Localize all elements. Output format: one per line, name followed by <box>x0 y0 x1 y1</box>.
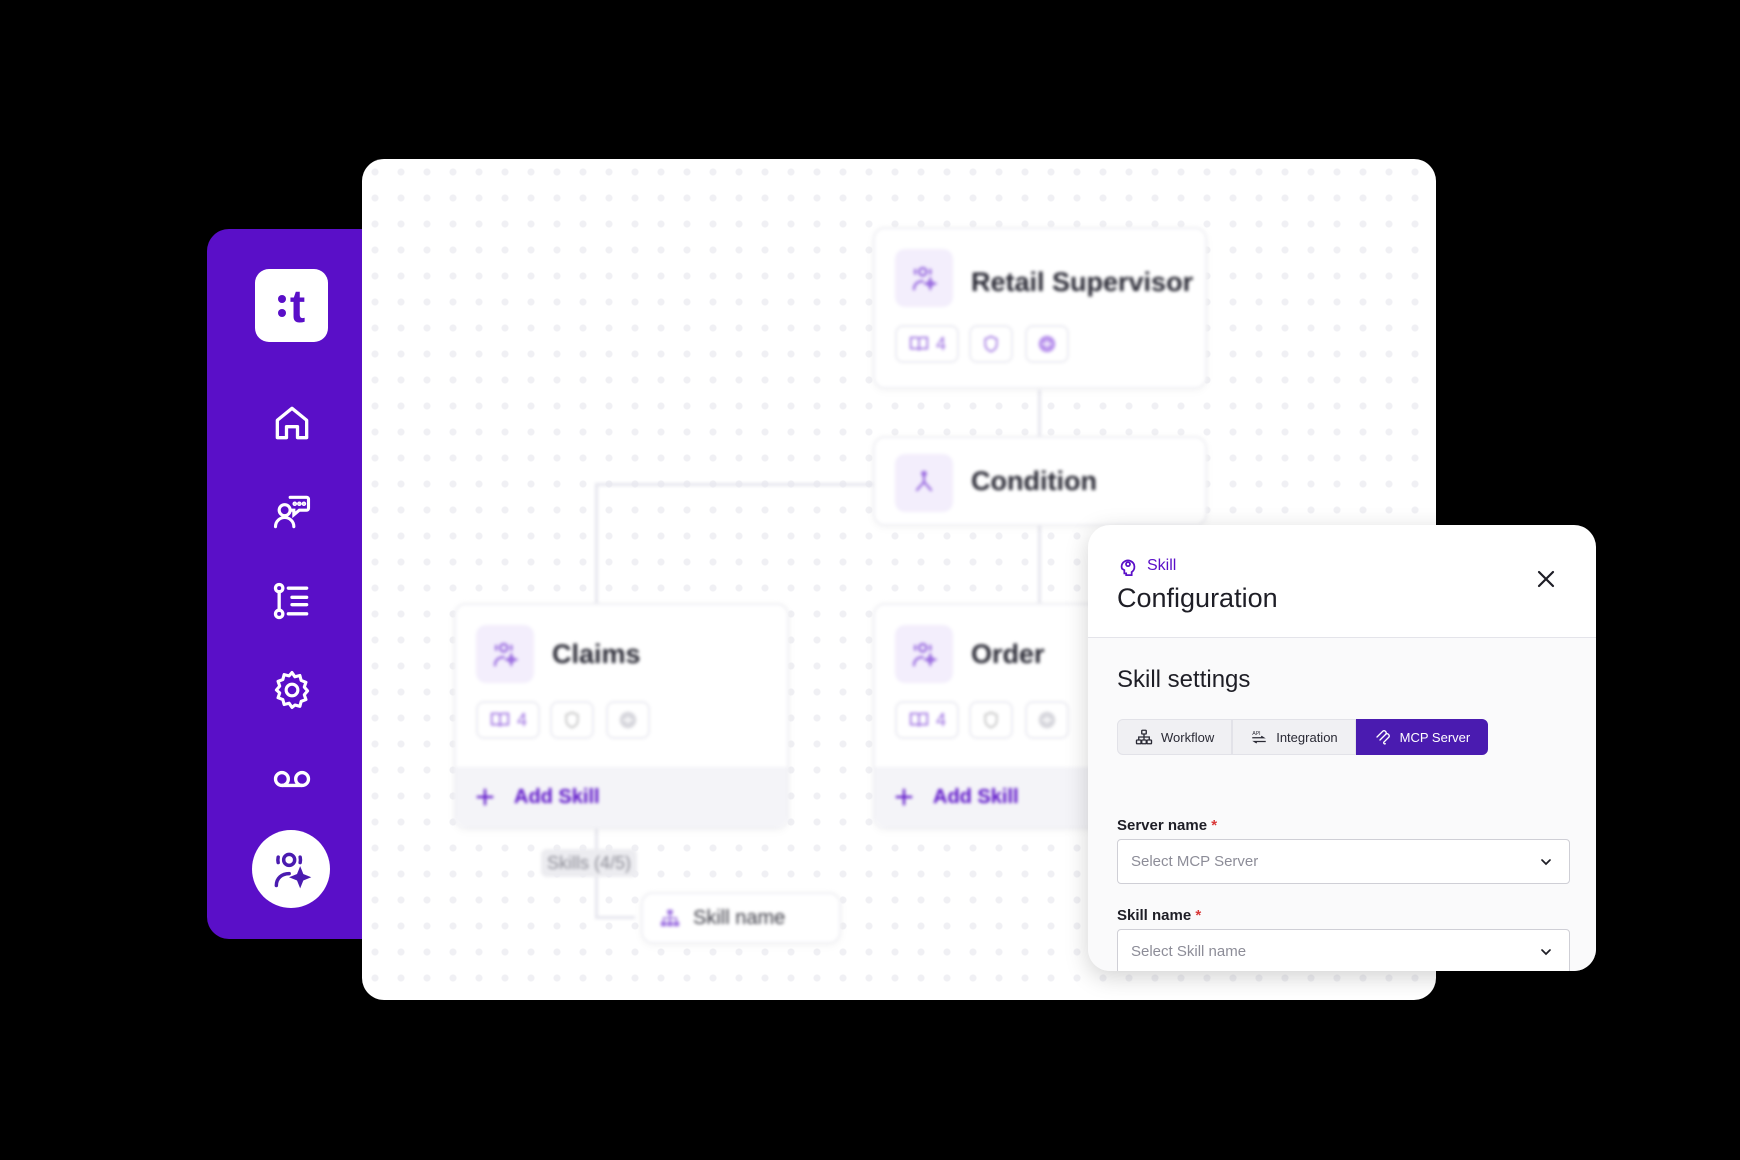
add-skill-label: Add Skill <box>933 785 1019 808</box>
nav-list[interactable] <box>268 577 316 625</box>
knowledge-count: 4 <box>516 709 527 730</box>
panel-eyebrow-label: Skill <box>1147 557 1177 574</box>
workflow-icon <box>660 909 680 927</box>
skill-configuration-panel: Skill Configuration Skill settings Workf… <box>1088 525 1596 971</box>
api-icon <box>619 711 637 729</box>
guardrail-chip[interactable] <box>550 701 594 739</box>
chevron-down-icon <box>1541 859 1551 866</box>
node-title: Condition <box>971 466 1097 496</box>
knowledge-count: 4 <box>935 709 946 730</box>
tab-label: MCP Server <box>1399 729 1471 745</box>
skill-icon <box>1120 559 1136 577</box>
api-chip[interactable] <box>1025 325 1069 363</box>
app-logo[interactable]: t <box>255 269 328 342</box>
server-name-label: Server name * <box>1117 817 1217 834</box>
server-name-select[interactable]: Select MCP Server <box>1117 839 1570 884</box>
shield-icon <box>565 711 579 729</box>
book-icon <box>490 712 510 727</box>
node-icon-box <box>895 249 953 307</box>
nav-agent-builder[interactable] <box>252 830 330 908</box>
mcp-icon <box>1375 730 1390 745</box>
nav-agents[interactable] <box>268 488 316 536</box>
panel-header: Skill Configuration <box>1088 525 1596 638</box>
connector <box>1038 390 1041 438</box>
guardrail-chip[interactable] <box>969 325 1013 363</box>
tab-workflow[interactable]: Workflow <box>1117 719 1233 755</box>
api-icon: API <box>1252 731 1266 744</box>
agent-chat-icon <box>273 495 311 529</box>
nav-home[interactable] <box>268 399 316 447</box>
gear-icon <box>274 671 310 709</box>
tab-integration[interactable]: API Integration <box>1232 719 1356 755</box>
skill-item[interactable]: Skill name <box>641 892 841 944</box>
knowledge-count: 4 <box>935 333 946 354</box>
skill-name-placeholder: Select Skill name <box>1131 943 1247 960</box>
guardrail-chip[interactable] <box>969 701 1013 739</box>
home-icon <box>275 406 309 440</box>
api-chip[interactable] <box>1025 701 1069 739</box>
skills-count-badge: Skills (4/5) <box>541 849 638 877</box>
api-icon <box>1038 335 1056 353</box>
shield-icon <box>984 335 998 353</box>
nav-voicemail[interactable] <box>268 755 316 803</box>
ordered-list-icon <box>273 582 309 620</box>
server-name-label-text: Server name <box>1117 817 1208 834</box>
skill-type-tabs: Workflow API Integration MCP Server <box>1117 719 1489 755</box>
tab-mcp-server[interactable]: MCP Server <box>1355 719 1489 755</box>
close-button[interactable] <box>1534 567 1558 591</box>
panel-eyebrow: Skill <box>1117 555 1176 577</box>
sidebar: t <box>207 229 367 939</box>
connector <box>595 916 635 919</box>
skill-item-label: Skill name <box>693 906 786 929</box>
workflow-icon <box>1135 729 1153 745</box>
required-marker: * <box>1195 907 1202 924</box>
add-skill-button[interactable]: Add Skill <box>456 767 787 827</box>
branch-icon <box>915 470 933 492</box>
book-icon <box>909 712 929 727</box>
tab-label: Integration <box>1276 729 1338 745</box>
tab-label: Workflow <box>1161 729 1215 745</box>
plus-icon <box>895 788 913 806</box>
node-title: Order <box>971 639 1045 669</box>
shield-icon <box>984 711 998 729</box>
node-claims[interactable]: Claims 4 Add Skill <box>454 603 789 829</box>
knowledge-chip[interactable]: 4 <box>895 701 959 739</box>
section-title: Skill settings <box>1117 666 1251 693</box>
plus-icon <box>476 788 494 806</box>
node-icon-box <box>895 625 953 683</box>
server-name-placeholder: Select MCP Server <box>1131 853 1259 870</box>
api-icon <box>1038 711 1056 729</box>
add-skill-label: Add Skill <box>514 785 600 808</box>
nav-settings[interactable] <box>268 666 316 714</box>
skill-name-select[interactable]: Select Skill name <box>1117 929 1570 971</box>
panel-title: Configuration <box>1117 583 1278 613</box>
skill-name-label-text: Skill name <box>1117 907 1192 924</box>
agent-sparkle-icon <box>493 642 519 668</box>
knowledge-chip[interactable]: 4 <box>895 325 959 363</box>
knowledge-chip[interactable]: 4 <box>476 701 540 739</box>
node-condition[interactable]: Condition <box>873 436 1207 526</box>
svg-text:API: API <box>1252 731 1261 737</box>
node-icon-box <box>895 454 953 512</box>
agent-sparkle-icon <box>912 642 938 668</box>
required-marker: * <box>1211 817 1218 834</box>
node-title: Claims <box>552 639 641 669</box>
close-icon <box>1537 570 1555 588</box>
agent-sparkle-icon <box>912 266 938 292</box>
node-icon-box <box>476 625 534 683</box>
node-retail-supervisor[interactable]: Retail Supervisor 4 <box>873 227 1207 389</box>
skill-name-label: Skill name * <box>1117 907 1201 924</box>
book-icon <box>909 336 929 351</box>
logo-letter: t <box>289 279 306 332</box>
api-chip[interactable] <box>606 701 650 739</box>
chevron-down-icon <box>1541 949 1551 956</box>
voicemail-icon <box>273 770 311 788</box>
node-title: Retail Supervisor <box>971 267 1194 297</box>
agent-sparkle-icon <box>274 852 312 889</box>
panel-body: Skill settings Workflow API Integration … <box>1088 638 1596 971</box>
